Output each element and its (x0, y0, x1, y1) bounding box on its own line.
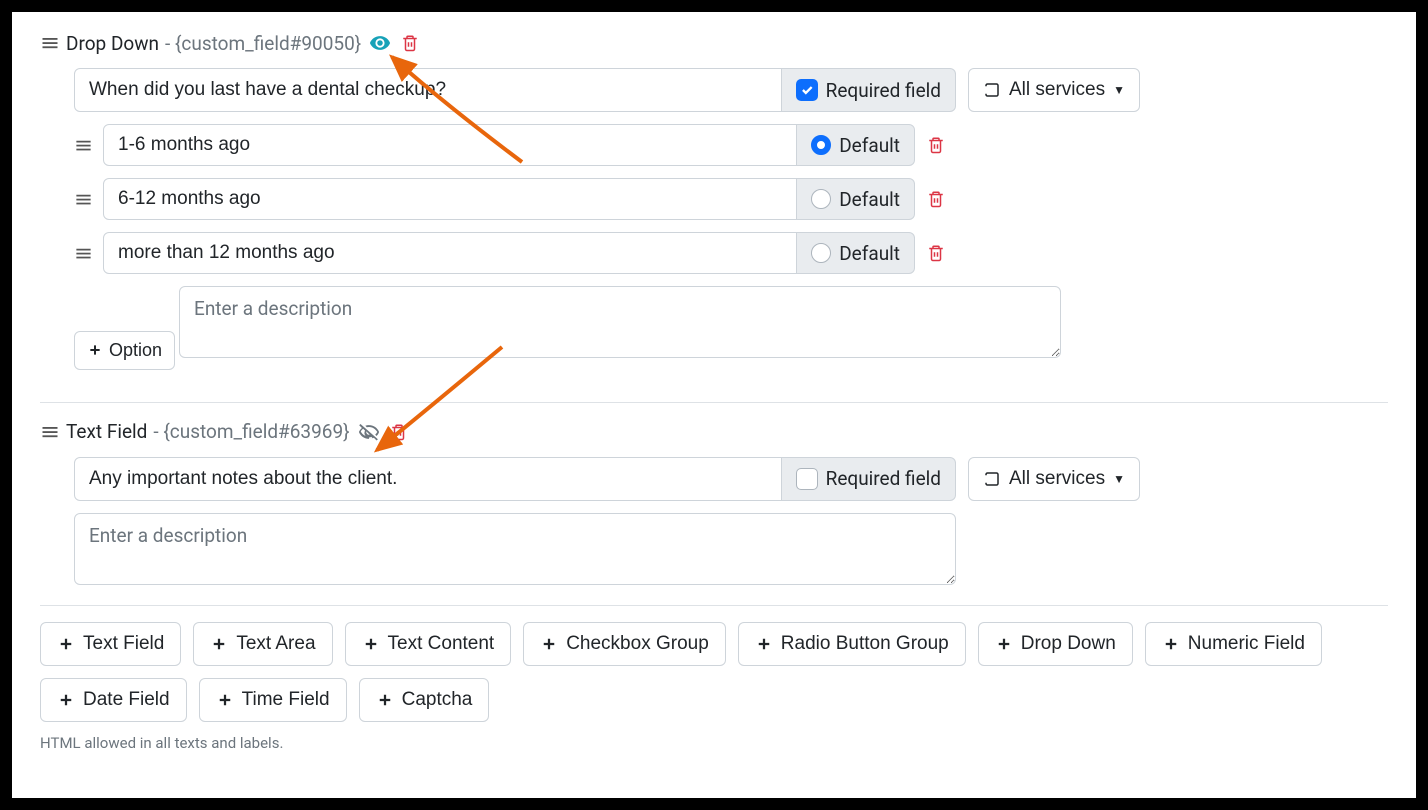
option-drag-handle-icon[interactable] (74, 190, 93, 209)
default-radio[interactable] (811, 243, 831, 263)
default-radio[interactable] (811, 189, 831, 209)
services-label: All services (1009, 79, 1105, 101)
field-type-label: Drop Down (66, 32, 159, 55)
add-checkbox-group-button[interactable]: Checkbox Group (523, 622, 726, 666)
option-value-input[interactable] (103, 124, 797, 166)
add-numeric-field-button[interactable]: Numeric Field (1145, 622, 1322, 666)
required-checkbox[interactable] (796, 79, 818, 101)
add-option-button[interactable]: Option (74, 331, 175, 370)
default-label: Default (839, 242, 900, 265)
delete-option-button[interactable] (925, 188, 947, 210)
delete-field-button[interactable] (388, 421, 410, 443)
drag-handle-icon[interactable] (40, 422, 60, 442)
add-text-area-button[interactable]: Text Area (193, 622, 332, 666)
footer-note: HTML allowed in all texts and labels. (40, 734, 1388, 752)
chevron-down-icon: ▼ (1113, 472, 1125, 486)
add-radio-button-group-button[interactable]: Radio Button Group (738, 622, 966, 666)
required-field-box: Required field (782, 457, 956, 501)
description-textarea[interactable] (74, 513, 956, 585)
add-time-field-button[interactable]: Time Field (199, 678, 347, 722)
delete-option-button[interactable] (925, 242, 947, 264)
option-drag-handle-icon[interactable] (74, 244, 93, 263)
option-value-input[interactable] (103, 232, 797, 274)
option-drag-handle-icon[interactable] (74, 136, 93, 155)
add-drop-down-button[interactable]: Drop Down (978, 622, 1133, 666)
description-textarea[interactable] (179, 286, 1061, 358)
add-text-content-button[interactable]: Text Content (345, 622, 512, 666)
services-dropdown[interactable]: All services ▼ (968, 457, 1140, 501)
field-ref: - {custom_field#90050} (165, 32, 361, 55)
drag-handle-icon[interactable] (40, 33, 60, 53)
divider (40, 605, 1388, 606)
field-ref: - {custom_field#63969} (153, 420, 349, 443)
field-dropdown: Drop Down - {custom_field#90050} Require… (40, 30, 1388, 386)
visibility-toggle-hidden[interactable] (356, 419, 382, 445)
services-dropdown[interactable]: All services ▼ (968, 68, 1140, 112)
required-field-box: Required field (782, 68, 956, 112)
delete-field-button[interactable] (399, 32, 421, 54)
required-checkbox[interactable] (796, 468, 818, 490)
field-label-input[interactable] (74, 457, 782, 501)
field-textfield: Text Field - {custom_field#63969} Requir… (40, 419, 1388, 589)
services-label: All services (1009, 468, 1105, 490)
default-label: Default (839, 134, 900, 157)
visibility-toggle-visible[interactable] (367, 30, 393, 56)
field-type-label: Text Field (66, 420, 147, 443)
option-value-input[interactable] (103, 178, 797, 220)
default-radio[interactable] (811, 135, 831, 155)
add-captcha-button[interactable]: Captcha (359, 678, 490, 722)
add-date-field-button[interactable]: Date Field (40, 678, 187, 722)
add-field-toolbar: Text Field Text Area Text Content Checkb… (40, 622, 1388, 722)
required-label: Required field (826, 79, 941, 102)
default-label: Default (839, 188, 900, 211)
chevron-down-icon: ▼ (1113, 83, 1125, 97)
delete-option-button[interactable] (925, 134, 947, 156)
required-label: Required field (826, 467, 941, 490)
field-label-input[interactable] (74, 68, 782, 112)
add-text-field-button[interactable]: Text Field (40, 622, 181, 666)
divider (40, 402, 1388, 403)
